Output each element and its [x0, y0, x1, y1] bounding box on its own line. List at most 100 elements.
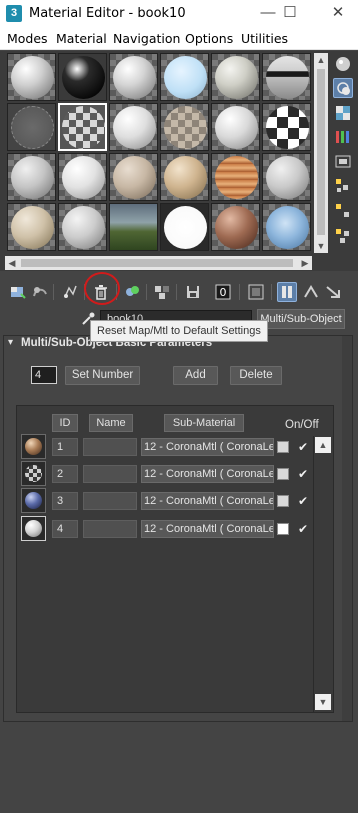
go-forward-to-sibling-icon[interactable] — [323, 282, 343, 302]
menu-navigation[interactable]: Navigation — [113, 31, 180, 46]
row-enabled-checkbox[interactable]: ✔ — [297, 495, 309, 507]
scroll-down-arrow[interactable]: ▼ — [314, 239, 328, 253]
row-name-field[interactable] — [83, 520, 137, 538]
go-to-parent-icon[interactable] — [301, 282, 321, 302]
sample-slot[interactable] — [7, 203, 56, 251]
sample-slot[interactable] — [262, 53, 311, 101]
sample-type-sphere-icon[interactable] — [333, 54, 353, 74]
row-id-field[interactable]: 4 — [52, 520, 78, 538]
row-name-field[interactable] — [83, 465, 137, 483]
sort-by-sub-material-button[interactable]: Sub-Material — [164, 414, 244, 432]
scroll-thumb[interactable] — [317, 69, 325, 235]
sample-slot[interactable] — [262, 153, 311, 201]
sample-slot[interactable] — [211, 103, 260, 151]
row-name-field[interactable] — [83, 438, 137, 456]
sample-slot[interactable] — [211, 203, 260, 251]
select-by-material-icon[interactable] — [333, 226, 353, 246]
sample-slot[interactable] — [262, 103, 311, 151]
sample-slot[interactable] — [160, 203, 209, 251]
menu-utilities[interactable]: Utilities — [241, 31, 288, 46]
scroll-thumb[interactable] — [21, 259, 293, 267]
close-button[interactable]: ✕ — [326, 2, 350, 24]
slots-vertical-scrollbar[interactable]: ▲ ▼ — [314, 53, 328, 253]
sub-material-thumbnail[interactable] — [21, 488, 46, 513]
options-icon[interactable] — [333, 201, 353, 221]
sample-slot[interactable] — [109, 153, 158, 201]
show-shaded-material-icon[interactable] — [246, 282, 266, 302]
scroll-left-arrow[interactable]: ◀ — [5, 256, 19, 270]
menu-options[interactable]: Options — [185, 31, 233, 46]
rollout-scrollbar[interactable] — [342, 336, 352, 721]
assign-material-to-selection-icon[interactable] — [60, 282, 80, 302]
set-number-button[interactable]: Set Number — [65, 366, 140, 385]
sample-slot[interactable] — [160, 153, 209, 201]
make-preview-icon[interactable] — [333, 176, 353, 196]
get-material-icon[interactable] — [8, 282, 28, 302]
sample-slot[interactable] — [109, 53, 158, 101]
make-material-copy-icon[interactable] — [122, 282, 142, 302]
row-id-field[interactable]: 3 — [52, 492, 78, 510]
slots-horizontal-scrollbar[interactable]: ◀ ▶ — [5, 256, 312, 270]
show-end-result-icon[interactable] — [277, 282, 297, 302]
sample-slot[interactable] — [58, 153, 107, 201]
sample-slot[interactable] — [7, 153, 56, 201]
list-scroll-down-arrow[interactable]: ▼ — [315, 694, 331, 710]
sample-slot-selected[interactable] — [58, 103, 107, 151]
sample-slot[interactable] — [109, 103, 158, 151]
row-color-swatch[interactable] — [277, 468, 289, 480]
scroll-right-arrow[interactable]: ▶ — [298, 256, 312, 270]
delete-button[interactable]: Delete — [230, 366, 282, 385]
on-off-header: On/Off — [285, 419, 319, 431]
put-to-library-icon[interactable] — [183, 282, 203, 302]
sub-material-button[interactable]: 12 - CoronaMtl ( CoronaLe — [141, 465, 274, 483]
sub-material-button[interactable]: 12 - CoronaMtl ( CoronaLe — [141, 520, 274, 538]
sub-material-thumbnail[interactable] — [21, 434, 46, 459]
collapse-arrow-icon[interactable]: ▾ — [8, 337, 13, 348]
number-of-materials-field[interactable]: 4 — [31, 366, 57, 384]
sample-slot[interactable] — [262, 203, 311, 251]
sample-slot[interactable] — [211, 53, 260, 101]
sample-slot[interactable] — [7, 53, 56, 101]
add-button[interactable]: Add — [173, 366, 218, 385]
sort-by-name-button[interactable]: Name — [89, 414, 133, 432]
menu-modes[interactable]: Modes — [7, 31, 48, 46]
list-scroll-up-arrow[interactable]: ▲ — [315, 437, 331, 453]
material-id-channel-icon[interactable]: 0 — [213, 282, 233, 302]
material-sphere — [215, 56, 258, 99]
sort-by-id-button[interactable]: ID — [52, 414, 78, 432]
row-enabled-checkbox[interactable]: ✔ — [297, 523, 309, 535]
sample-slot[interactable] — [160, 53, 209, 101]
row-color-swatch[interactable] — [277, 441, 289, 453]
backlight-icon[interactable] — [333, 78, 353, 98]
row-id-field[interactable]: 2 — [52, 465, 78, 483]
sample-slot[interactable] — [160, 103, 209, 151]
sample-slot[interactable] — [7, 103, 56, 151]
sub-material-button[interactable]: 12 - CoronaMtl ( CoronaLe — [141, 492, 274, 510]
minimize-button[interactable]: — — [256, 2, 280, 24]
app-icon: 3 — [6, 5, 22, 22]
sub-material-button[interactable]: 12 - CoronaMtl ( CoronaLe — [141, 438, 274, 456]
row-color-swatch[interactable] — [277, 523, 289, 535]
sample-slot[interactable] — [58, 203, 107, 251]
row-enabled-checkbox[interactable]: ✔ — [297, 441, 309, 453]
sample-slot-environment[interactable] — [109, 203, 158, 251]
row-id-field[interactable]: 1 — [52, 438, 78, 456]
put-material-to-scene-icon[interactable] — [30, 282, 50, 302]
row-name-field[interactable] — [83, 492, 137, 510]
sub-material-thumbnail[interactable] — [21, 516, 46, 541]
sample-slot[interactable] — [58, 53, 107, 101]
row-enabled-checkbox[interactable]: ✔ — [297, 468, 309, 480]
sphere-icon — [25, 465, 42, 482]
material-type-button[interactable]: Multi/Sub-Object — [257, 309, 345, 329]
list-scrollbar[interactable]: ▲ ▼ — [313, 436, 331, 712]
maximize-button[interactable]: ☐ — [278, 2, 302, 24]
sample-uv-tiling-icon[interactable] — [333, 127, 353, 147]
row-color-swatch[interactable] — [277, 495, 289, 507]
scroll-up-arrow[interactable]: ▲ — [314, 53, 328, 67]
make-unique-icon[interactable] — [152, 282, 172, 302]
background-checker-icon[interactable] — [333, 103, 353, 123]
video-color-check-icon[interactable] — [333, 152, 353, 172]
sub-material-thumbnail[interactable] — [21, 461, 46, 486]
sample-slot[interactable] — [211, 153, 260, 201]
menu-material[interactable]: Material — [56, 31, 107, 46]
